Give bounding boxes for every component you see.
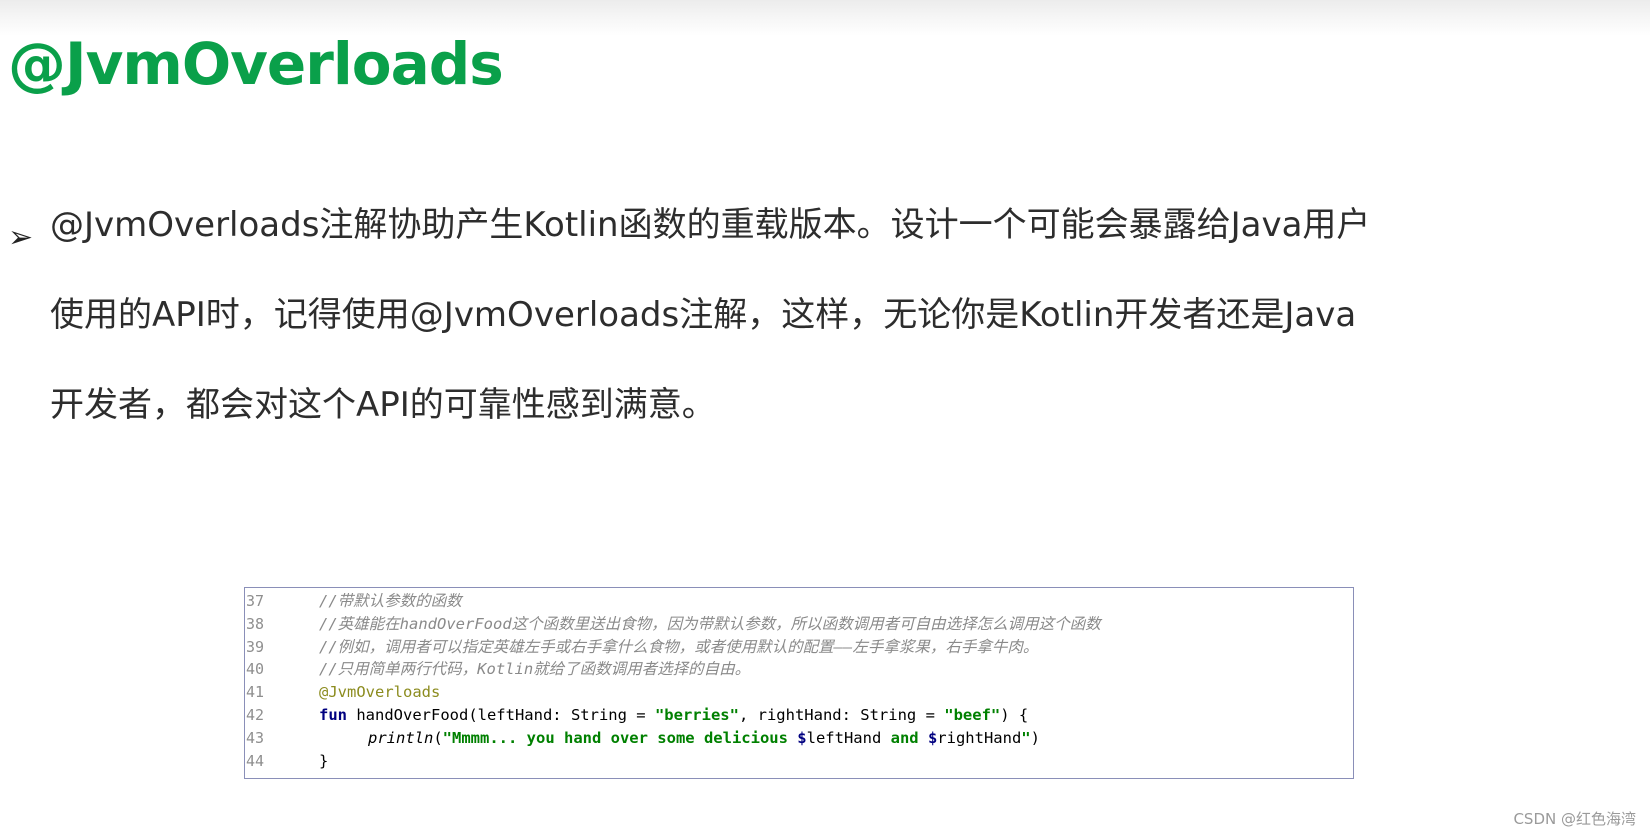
code-token: $ [797,728,807,747]
code-text: //例如，调用者可以指定英雄左手或右手拿什么食物，或者使用默认的配置——左手拿浆… [319,635,1038,659]
slide-title: @JvmOverloads [8,30,504,98]
line-number: 40 [246,660,265,679]
code-token: } [319,751,329,770]
paragraph-line-1: @JvmOverloads注解协助产生Kotlin函数的重载版本。设计一个可能会… [50,205,1371,245]
code-token: handOverFood(leftHand: String = [347,706,655,724]
code-line: 41 @JvmOverloads [245,680,1353,704]
line-number: 38 [246,614,265,633]
code-text: } [319,749,328,773]
code-text: @JvmOverloads [319,680,440,704]
code-token: fun [319,706,347,724]
code-token: rightHand [937,728,1022,747]
code-token: $ [927,728,938,747]
code-token: "berries" [654,706,739,724]
code-token: "Mmmm... you hand over some delicious [442,728,798,747]
bullet-arrow-icon: ➢ [8,220,34,255]
code-token: "beef" [944,706,1001,724]
code-token: @JvmOverloads [319,683,441,702]
code-token: ) { [1000,706,1029,724]
code-token: ) [1030,728,1040,747]
line-number: 41 [246,683,265,702]
code-line: 39 //例如，调用者可以指定英雄左手或右手拿什么食物，或者使用默认的配置——左手… [245,635,1353,659]
line-number: 42 [246,706,265,724]
code-token: //英雄能在handOverFood这个函数里送出食物，因为带默认参数，所以函数… [319,614,1101,633]
code-text: fun handOverFood(leftHand: String = "ber… [319,703,1028,727]
code-text: println("Mmmm... you hand over some deli… [368,726,1040,750]
code-line: 42 fun handOverFood(leftHand: String = "b… [245,703,1353,727]
code-token: println [368,728,434,747]
line-number: 37 [246,592,265,610]
code-token: and [881,728,928,747]
code-token: leftHand [806,728,882,747]
code-snippet: 37 //带默认参数的函数 38 //英雄能在handOverFood这个函数里送出食… [244,587,1354,779]
line-number: 44 [246,751,265,770]
watermark: CSDN @红色海湾 [1513,810,1636,828]
line-number: 39 [246,637,265,656]
paragraph-line-2: 使用的API时，记得使用@JvmOverloads注解，这样，无论你是Kotli… [50,295,1357,335]
code-token: ( [433,728,443,747]
code-text: //英雄能在handOverFood这个函数里送出食物，因为带默认参数，所以函数… [319,612,1101,636]
code-line: 40 //只用简单两行代码，Kotlin就给了函数调用者选择的自由。 [245,657,1353,681]
paragraph-line-3: 开发者，都会对这个API的可靠性感到满意。 [50,385,716,425]
code-token: " [1021,728,1031,747]
line-number: 43 [246,728,265,747]
code-line: 43 println("Mmmm... you hand over some de… [245,726,1353,750]
code-line: 44} [245,749,1353,773]
code-token: //例如，调用者可以指定英雄左手或右手拿什么食物，或者使用默认的配置——左手拿浆… [319,637,1039,656]
code-line: 38 //英雄能在handOverFood这个函数里送出食物，因为带默认参数，所以… [245,612,1353,636]
code-token: //带默认参数的函数 [319,592,462,610]
code-token: , rightHand: String = [738,706,945,724]
code-line: 37 //带默认参数的函数 [245,589,1353,613]
code-text: //带默认参数的函数 [319,589,462,613]
code-token: //只用简单两行代码，Kotlin就给了函数调用者选择的自由。 [319,660,751,679]
code-text: //只用简单两行代码，Kotlin就给了函数调用者选择的自由。 [319,657,750,681]
